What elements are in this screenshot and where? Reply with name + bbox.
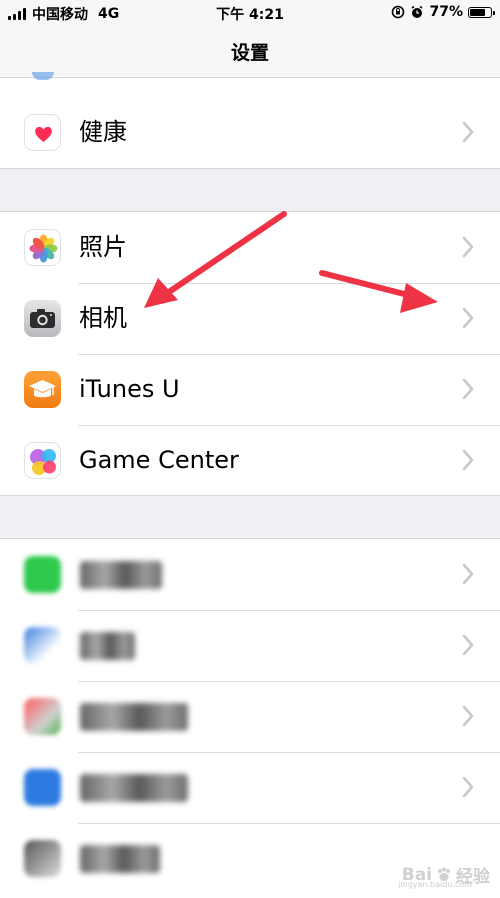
settings-group-third-party [0, 538, 500, 898]
settings-row-photos[interactable]: 照片 [0, 212, 500, 283]
app-icon [24, 698, 61, 735]
blurred-label [80, 561, 162, 589]
blurred-label [80, 845, 160, 873]
blurred-label [80, 774, 188, 802]
chevron-right-icon [462, 705, 474, 727]
settings-group-health: 健康 [0, 97, 500, 169]
app-icon [24, 627, 61, 664]
settings-row-app[interactable] [0, 681, 500, 752]
settings-row-label: iTunes U [79, 375, 180, 403]
settings-row-app[interactable] [0, 539, 500, 610]
chevron-right-icon [462, 307, 474, 329]
battery-icon [468, 6, 495, 18]
alarm-icon [412, 5, 423, 18]
photos-icon [24, 229, 61, 266]
settings-group-media: 照片 相机 iTunes U Game Center [0, 211, 500, 496]
settings-row-app[interactable] [0, 752, 500, 823]
app-icon [32, 72, 54, 80]
settings-row-camera[interactable]: 相机 [0, 283, 500, 354]
chevron-right-icon [462, 121, 474, 143]
game-center-icon [24, 442, 61, 479]
settings-row-label: 健康 [79, 118, 127, 146]
settings-row-app[interactable] [0, 610, 500, 681]
graduation-cap-icon [24, 371, 61, 408]
chevron-right-icon [462, 634, 474, 656]
chevron-right-icon [462, 776, 474, 798]
chevron-right-icon [462, 378, 474, 400]
battery-fill [470, 8, 485, 16]
app-icon [24, 840, 61, 877]
battery-percent: 77% [429, 4, 463, 20]
navigation-bar: 设置 [0, 26, 500, 78]
heart-icon [24, 114, 61, 151]
orientation-lock-icon [392, 5, 405, 19]
chevron-right-icon [462, 563, 474, 585]
settings-row-label: 照片 [79, 233, 127, 261]
app-icon [24, 556, 61, 593]
chevron-right-icon [462, 449, 474, 471]
watermark-url: jingyan.baidu.com [398, 880, 472, 889]
chevron-right-icon [462, 236, 474, 258]
settings-row-game-center[interactable]: Game Center [0, 425, 500, 496]
blurred-label [80, 703, 188, 731]
blurred-label [80, 632, 135, 660]
status-bar: 中国移动 4G 下午 4:21 77% [0, 0, 500, 26]
settings-row-label: 相机 [79, 304, 127, 332]
settings-group-top-partial [0, 72, 500, 99]
app-icon [24, 769, 61, 806]
camera-icon [24, 300, 61, 337]
page-title: 设置 [230, 42, 269, 64]
settings-row-health[interactable]: 健康 [0, 97, 500, 168]
settings-row-label: Game Center [79, 446, 239, 474]
status-right: 77% [391, 4, 495, 20]
settings-row-itunes-u[interactable]: iTunes U [0, 354, 500, 425]
